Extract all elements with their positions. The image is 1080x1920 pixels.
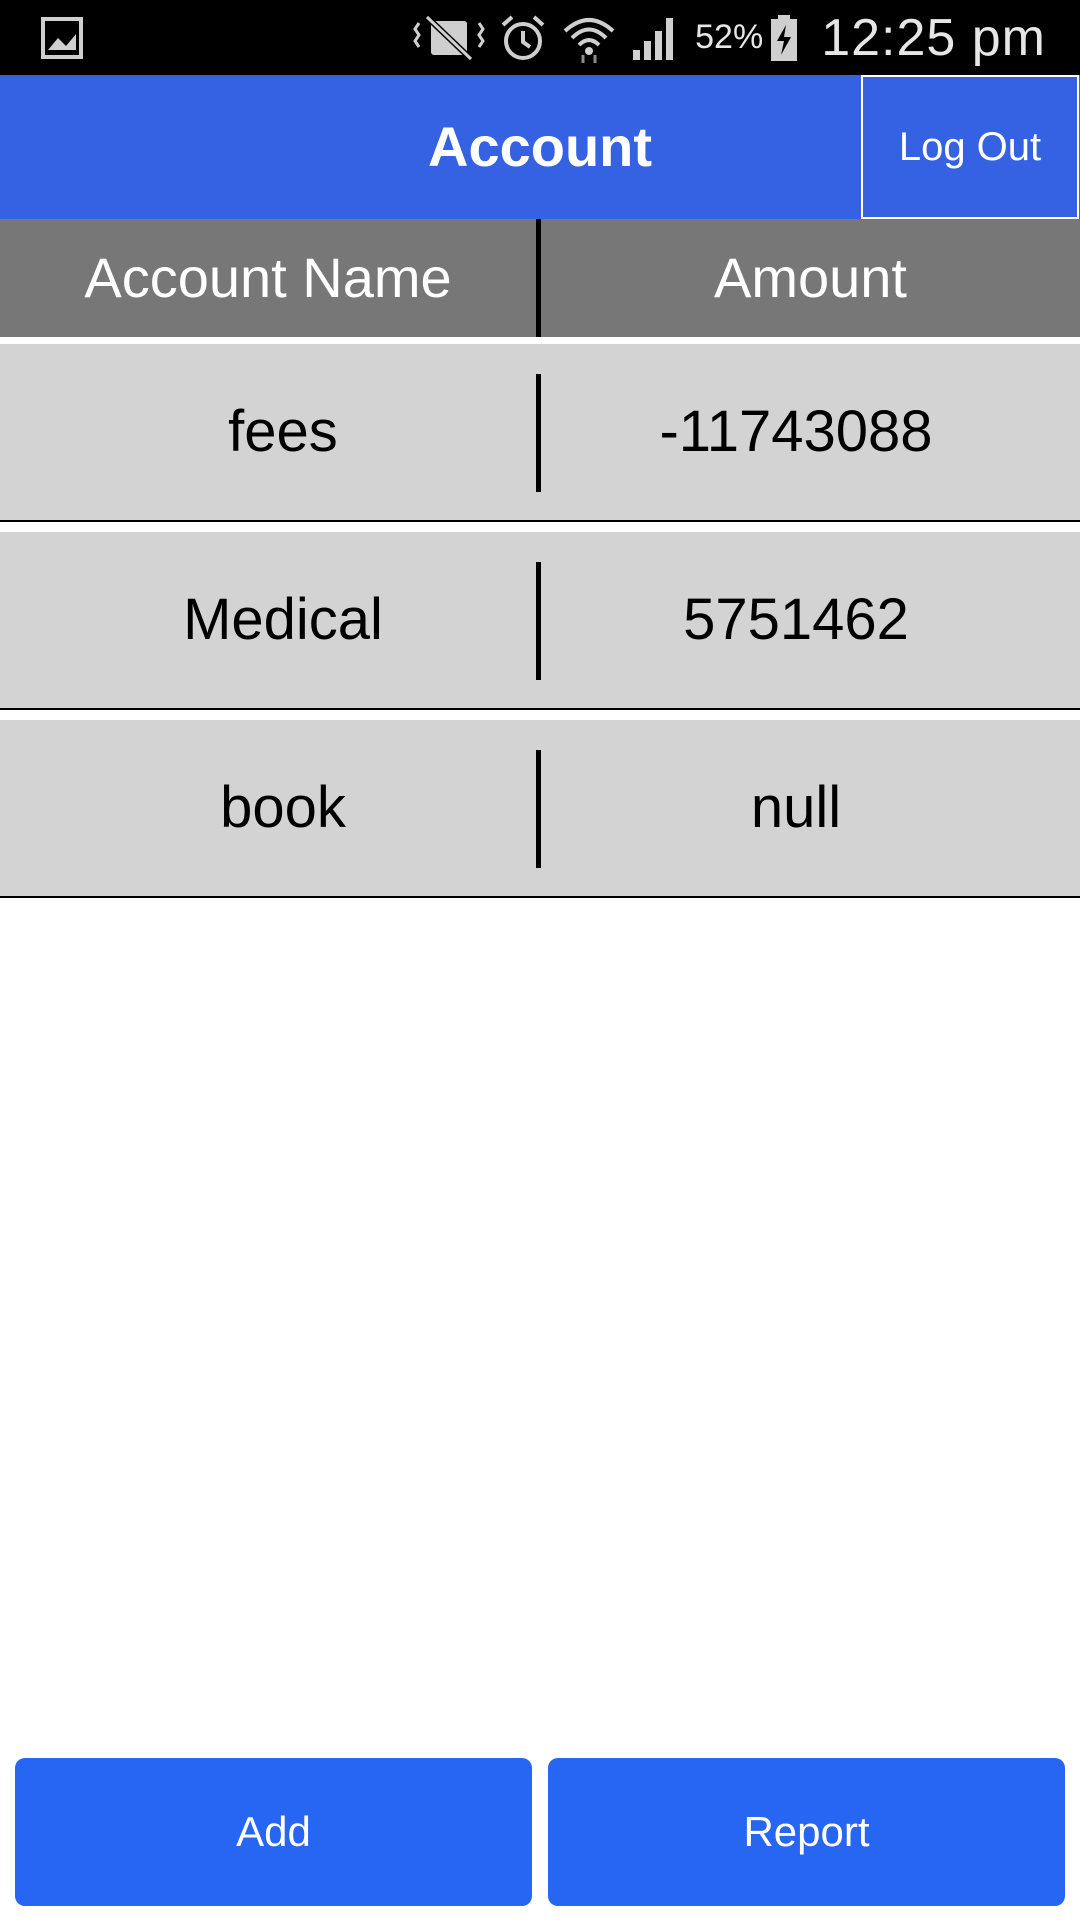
column-header-account-name: Account Name xyxy=(84,246,452,309)
table-header: Account Name Amount xyxy=(0,219,1080,337)
account-name-cell: fees xyxy=(228,399,338,464)
wifi-icon xyxy=(561,11,617,65)
app-header: Account Log Out xyxy=(0,75,1080,219)
account-name-cell: book xyxy=(220,775,346,840)
amount-cell: -11743088 xyxy=(659,399,933,464)
table-row[interactable]: book null xyxy=(0,720,1080,898)
add-button[interactable]: Add xyxy=(15,1758,532,1906)
clock: 12:25 pm xyxy=(821,8,1046,67)
account-name-cell: Medical xyxy=(183,587,383,652)
battery-percent: 52% xyxy=(695,18,764,56)
status-bar: 52% 12:25 pm xyxy=(0,0,1080,75)
vibrate-icon xyxy=(413,13,485,63)
signal-icon xyxy=(631,14,681,62)
table-row[interactable]: fees -11743088 xyxy=(0,344,1080,522)
battery-charging-icon xyxy=(769,13,799,63)
table-row[interactable]: Medical 5751462 xyxy=(0,532,1080,710)
amount-cell: null xyxy=(750,775,842,840)
amount-cell: 5751462 xyxy=(683,587,909,652)
alarm-icon xyxy=(499,13,547,63)
gallery-icon xyxy=(41,17,83,59)
logout-button[interactable]: Log Out xyxy=(861,75,1079,219)
report-button[interactable]: Report xyxy=(548,1758,1065,1906)
column-header-amount: Amount xyxy=(714,246,907,309)
